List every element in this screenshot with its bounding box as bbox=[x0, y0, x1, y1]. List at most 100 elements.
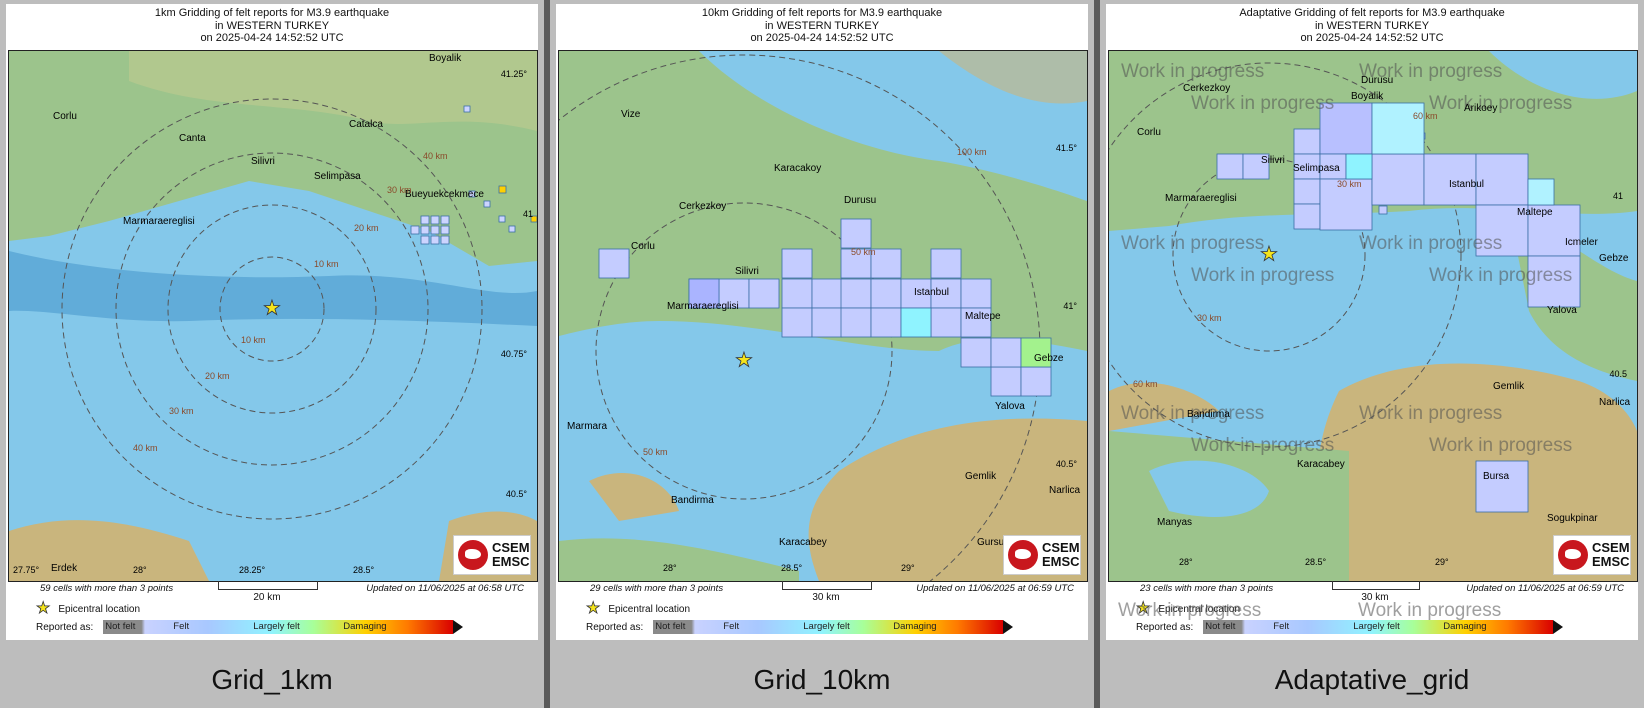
updated-text: Updated on 11/06/2025 at 06:59 UTC bbox=[1466, 583, 1624, 594]
csem-emsc-logo: CSEM EMSC bbox=[453, 535, 531, 575]
legend-damaging: Damaging bbox=[1443, 621, 1487, 632]
map-canvas[interactable]: ★ Boyalik Corlu Canta Catalca Silivri Se… bbox=[8, 50, 538, 582]
place-label: Corlu bbox=[631, 241, 655, 252]
place-label: Istanbul bbox=[1449, 179, 1485, 190]
ring-label: 60 km bbox=[1133, 379, 1158, 389]
lat-label: 41° bbox=[1063, 301, 1077, 311]
legend-largely-felt: Largely felt bbox=[803, 621, 850, 632]
reported-as-label: Reported as: bbox=[586, 621, 644, 633]
intensity-legend: Reported as: Not felt Felt Largely felt … bbox=[586, 620, 1014, 634]
csem-emsc-logo: CSEM EMSC bbox=[1553, 535, 1631, 575]
place-label: Marmaraereglisi bbox=[667, 301, 739, 312]
place-label: Durusu bbox=[844, 195, 877, 206]
lon-label: 27.75° bbox=[13, 565, 40, 575]
legend-felt: Felt bbox=[723, 621, 740, 632]
map-svg: ★ bbox=[559, 51, 1087, 581]
title-line-2: in WESTERN TURKEY bbox=[764, 19, 880, 32]
place-label: Durusu bbox=[1361, 75, 1394, 86]
intensity-colorbar: Not felt Felt Largely felt Damaging bbox=[103, 620, 464, 634]
ring-label: 30 km bbox=[169, 406, 194, 416]
lat-label: 40.5 bbox=[1609, 369, 1627, 379]
lon-label: 29° bbox=[1435, 557, 1449, 567]
intensity-colorbar: Not felt Felt Largely felt Damaging bbox=[1203, 620, 1564, 634]
title-line-3: on 2025-04-24 14:52:52 UTC bbox=[750, 32, 894, 44]
panel-caption: Grid_10km bbox=[753, 664, 891, 695]
lon-label: 29° bbox=[901, 563, 915, 573]
title-line-3: on 2025-04-24 14:52:52 UTC bbox=[200, 32, 344, 44]
map-sheet: Adaptative Gridding of felt reports for … bbox=[1106, 4, 1638, 640]
map-canvas[interactable]: ★ Vize Karacakoy Durusu Cerkezkoy Corlu … bbox=[558, 50, 1088, 582]
place-label: Sogukpinar bbox=[1547, 513, 1598, 524]
epicentral-legend: ★ Epicentral location bbox=[586, 600, 690, 617]
place-label: Boyalik bbox=[1351, 91, 1384, 102]
legend-not-felt: Not felt bbox=[655, 621, 686, 632]
place-label: Narlica bbox=[1049, 485, 1081, 496]
ring-label: 50 km bbox=[851, 247, 876, 257]
ring-label: 40 km bbox=[133, 443, 158, 453]
lat-label: 40.5° bbox=[505, 489, 527, 499]
ring-label: 30 km bbox=[387, 185, 412, 195]
lat-label: 41 bbox=[522, 209, 533, 219]
place-label: Bueyuekcekmece bbox=[405, 189, 484, 200]
star-icon: ★ bbox=[1136, 600, 1151, 617]
arrow-right-icon bbox=[1003, 620, 1014, 634]
place-label: Icmeler bbox=[1565, 237, 1598, 248]
legend-damaging: Damaging bbox=[343, 621, 387, 632]
place-label: Catalca bbox=[349, 119, 383, 130]
place-label: Gebze bbox=[1034, 353, 1064, 364]
place-label: Corlu bbox=[53, 111, 77, 122]
place-label: Arikoey bbox=[1464, 103, 1498, 114]
scale-bar bbox=[1332, 581, 1420, 590]
scale-label: 20 km bbox=[253, 592, 281, 603]
cells-count-text: 29 cells with more than 3 points bbox=[590, 583, 724, 594]
svg-text:★: ★ bbox=[735, 349, 753, 371]
ring-label: 100 km bbox=[957, 147, 987, 157]
lon-label: 28° bbox=[133, 565, 147, 575]
epicentral-label: Epicentral location bbox=[58, 603, 141, 615]
star-icon: ★ bbox=[586, 600, 601, 617]
lon-label: 28° bbox=[1179, 557, 1193, 567]
legend-felt: Felt bbox=[1273, 621, 1290, 632]
lat-label: 40.75° bbox=[500, 349, 527, 359]
map-sheet: 1km Gridding of felt reports for M3.9 ea… bbox=[6, 4, 538, 640]
legend-not-felt: Not felt bbox=[105, 621, 136, 632]
map-title: Adaptative Gridding of felt reports for … bbox=[1106, 7, 1638, 45]
place-label: Erdek bbox=[51, 563, 78, 574]
map-canvas[interactable]: ★ Work in progress Work in progress Work… bbox=[1108, 50, 1638, 582]
globe-icon bbox=[1008, 540, 1038, 570]
ring-label: 40 km bbox=[423, 151, 448, 161]
map-svg: ★ bbox=[9, 51, 537, 581]
reported-as-label: Reported as: bbox=[1136, 621, 1194, 633]
svg-text:★: ★ bbox=[263, 297, 281, 319]
logo-text-top: CSEM bbox=[1592, 540, 1630, 555]
updated-text: Updated on 11/06/2025 at 06:58 UTC bbox=[366, 583, 524, 594]
logo-text-top: CSEM bbox=[1042, 540, 1080, 555]
logo-text-bottom: EMSC bbox=[492, 554, 530, 569]
title-line-2: in WESTERN TURKEY bbox=[214, 19, 330, 32]
place-label: Maltepe bbox=[1517, 207, 1553, 218]
map-panel-10km: 10km Gridding of felt reports for M3.9 e… bbox=[550, 0, 1094, 708]
map-svg: ★ bbox=[1109, 51, 1637, 581]
ring-label: 10 km bbox=[314, 259, 339, 269]
intensity-colorbar: Not felt Felt Largely felt Damaging bbox=[653, 620, 1014, 634]
place-label: Marmaraereglisi bbox=[1165, 193, 1237, 204]
place-label: Silivri bbox=[735, 266, 759, 277]
ring-label: 30 km bbox=[1197, 313, 1222, 323]
place-label: Gemlik bbox=[965, 471, 997, 482]
updated-text: Updated on 11/06/2025 at 06:59 UTC bbox=[916, 583, 1074, 594]
globe-icon bbox=[1558, 540, 1588, 570]
place-label: Manyas bbox=[1157, 517, 1193, 528]
legend-not-felt: Not felt bbox=[1205, 621, 1236, 632]
place-label: Cerkezkoy bbox=[1183, 83, 1231, 94]
epicentral-label: Epicentral location bbox=[1158, 603, 1241, 615]
place-label: Karacakoy bbox=[774, 163, 822, 174]
place-label: Bandirma bbox=[671, 495, 714, 506]
cells-count-text: 59 cells with more than 3 points bbox=[40, 583, 174, 594]
place-label: Gursu bbox=[977, 537, 1005, 548]
svg-text:★: ★ bbox=[1260, 243, 1278, 265]
place-label: Canta bbox=[179, 133, 206, 144]
map-panel-adaptative: Adaptative Gridding of felt reports for … bbox=[1100, 0, 1644, 708]
legend-felt: Felt bbox=[173, 621, 190, 632]
map-title: 10km Gridding of felt reports for M3.9 e… bbox=[556, 7, 1088, 45]
panel-caption: Grid_1km bbox=[211, 664, 333, 695]
